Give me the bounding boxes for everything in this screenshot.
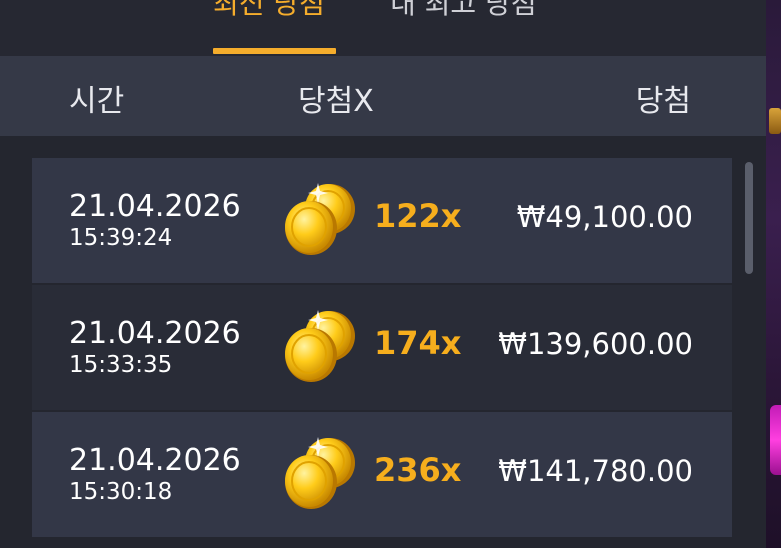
win-time: 15:30:18 [69,479,173,505]
gold-coins-icon [285,310,355,382]
list-item[interactable]: 21.04.2026 15:33:35 174x ₩139,600.00 [32,285,732,410]
win-date: 21.04.2026 [69,443,241,478]
column-header-multiplier: 당첨X [298,84,374,119]
background-decoration [770,405,781,475]
win-amount: ₩49,100.00 [516,200,693,234]
active-tab-indicator [213,48,336,54]
background-decoration [769,108,781,134]
gold-coins-icon [285,437,355,509]
gold-coins-icon [285,183,355,255]
win-date: 21.04.2026 [69,316,241,351]
list-scrollbar[interactable] [745,162,753,274]
win-amount: ₩139,600.00 [498,327,693,361]
tab-bar: 최신 당첨 내 최고 당첨 [0,0,766,56]
list-item[interactable]: 21.04.2026 15:30:18 236x ₩141,780.00 [32,412,732,537]
column-header-win: 당첨 [635,84,691,119]
column-header: 시간 당첨X 당첨 [0,56,766,136]
win-multiplier: 236x [374,451,462,489]
win-multiplier: 174x [374,324,462,362]
win-amount: ₩141,780.00 [498,454,693,488]
column-header-time: 시간 [69,84,125,119]
win-time: 15:33:35 [69,352,173,378]
list-item[interactable]: 21.04.2026 15:39:24 122x ₩49,100.00 [32,158,732,283]
tab-my-best-wins[interactable]: 내 최고 당첨 [390,0,537,22]
win-date: 21.04.2026 [69,189,241,224]
app-root: 최신 당첨 내 최고 당첨 시간 당첨X 당첨 21.04.2026 15:39… [0,0,781,548]
wins-list[interactable]: 21.04.2026 15:39:24 122x ₩49,100.00 21.0… [0,136,766,548]
win-time: 15:39:24 [69,225,173,251]
tab-recent-wins[interactable]: 최신 당첨 [213,0,325,22]
background-game-strip [766,0,781,548]
win-multiplier: 122x [374,197,462,235]
